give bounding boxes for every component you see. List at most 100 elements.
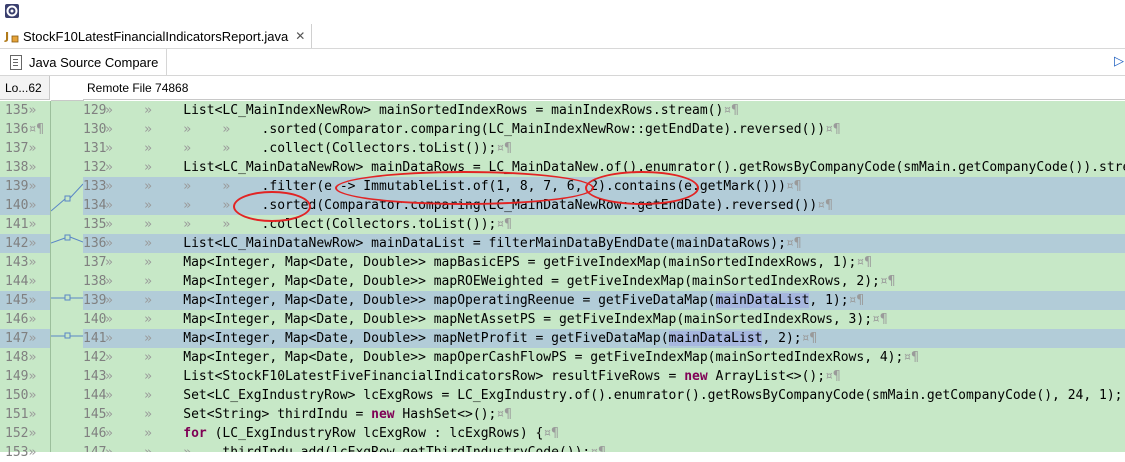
indent-marker: » » xyxy=(105,407,184,422)
left-code-line[interactable]: 151» xyxy=(0,405,50,424)
right-code-line[interactable]: 146» » for (LC_ExgIndustryRow lcExgRow :… xyxy=(83,424,1125,443)
line-number: 134 xyxy=(83,198,107,213)
right-code-line[interactable]: 134» » » » .sorted(Comparator.comparing(… xyxy=(83,196,1125,215)
left-code-line[interactable]: 150» xyxy=(0,386,50,405)
whitespace-marker: » xyxy=(28,369,37,384)
code-text: for (LC_ExgIndustryRow lcExgRow : lcExgR… xyxy=(183,426,544,441)
line-number: 147 xyxy=(5,331,29,346)
right-code-line[interactable]: 140» » Map<Integer, Map<Date, Double>> m… xyxy=(83,310,1125,329)
right-code-line[interactable]: 142» » Map<Integer, Map<Date, Double>> m… xyxy=(83,348,1125,367)
diff-connectors xyxy=(50,183,84,339)
line-end-marker: ¤¶ xyxy=(801,331,818,346)
left-code-line[interactable]: 143» xyxy=(0,253,50,272)
left-code-line[interactable]: 149» xyxy=(0,367,50,386)
line-number: 144 xyxy=(83,388,107,403)
code-text: Map<Integer, Map<Date, Double>> mapBasic… xyxy=(183,255,857,270)
line-number: 150 xyxy=(5,388,29,403)
whitespace-marker: » xyxy=(28,255,37,270)
right-code-line[interactable]: 130» » » » .sorted(Comparator.comparing(… xyxy=(83,120,1125,139)
left-code-line[interactable]: 142» xyxy=(0,234,50,253)
line-number: 143 xyxy=(83,369,107,384)
code-text: .collect(Collectors.toList()); xyxy=(261,217,497,232)
left-code-line[interactable]: 147» xyxy=(0,329,50,348)
indent-marker: » » xyxy=(105,160,184,175)
right-code-line[interactable]: 131» » » » .collect(Collectors.toList())… xyxy=(83,139,1125,158)
editor-tab[interactable]: J StockF10LatestFinancialIndicatorsRepor… xyxy=(0,24,313,48)
close-icon[interactable]: ✕ xyxy=(295,29,305,43)
code-text: Map<Integer, Map<Date, Double>> mapOperC… xyxy=(183,350,904,365)
left-code-line[interactable]: 153» xyxy=(0,443,50,462)
indent-marker: » » xyxy=(105,312,184,327)
right-code-line[interactable]: 141» » Map<Integer, Map<Date, Double>> m… xyxy=(83,329,1125,348)
line-number: 151 xyxy=(5,407,29,422)
right-code-line[interactable]: 133» » » » .filter(e -> ImmutableList.of… xyxy=(83,177,1125,196)
indent-marker: » » xyxy=(105,331,184,346)
left-code-line[interactable]: 148» xyxy=(0,348,50,367)
left-code-line[interactable]: 139» xyxy=(0,177,50,196)
line-number: 132 xyxy=(83,160,107,175)
line-number: 146 xyxy=(83,426,107,441)
line-number: 144 xyxy=(5,274,29,289)
whitespace-marker: » xyxy=(28,198,37,213)
line-end-marker: ¤¶ xyxy=(785,179,802,194)
right-code-line[interactable]: 132» » List<LC_MainDataNewRow> mainDataR… xyxy=(83,158,1125,177)
diff-gutter xyxy=(50,101,84,452)
right-code-line[interactable]: 129» » List<LC_MainIndexNewRow> mainSort… xyxy=(83,101,1125,120)
indent-marker: » » xyxy=(105,103,184,118)
left-code-line[interactable]: 140» xyxy=(0,196,50,215)
left-code-line[interactable]: 136¤¶ xyxy=(0,120,50,139)
eclipse-gear-icon[interactable] xyxy=(4,3,20,19)
indent-marker: » » » » xyxy=(105,122,262,137)
line-number: 139 xyxy=(83,293,107,308)
line-end-marker: ¤¶ xyxy=(879,274,896,289)
java-file-icon: J xyxy=(4,28,20,44)
compare-tab[interactable]: Java Source Compare xyxy=(0,49,168,75)
code-text: .collect(Collectors.toList()); xyxy=(261,141,497,156)
whitespace-marker: » xyxy=(28,103,37,118)
right-code-line[interactable]: 139» » Map<Integer, Map<Date, Double>> m… xyxy=(83,291,1125,310)
editor-tab-bar: J StockF10LatestFinancialIndicatorsRepor… xyxy=(0,24,1125,49)
whitespace-marker: ¤¶ xyxy=(28,122,45,137)
left-code-line[interactable]: 144» xyxy=(0,272,50,291)
left-pane[interactable]: 135» 136¤¶ 137» 138» 139» 140» 141» 142» 143» 144… xyxy=(0,101,51,460)
indent-marker: » » xyxy=(105,388,184,403)
chevron-right-icon[interactable]: ▷ xyxy=(1114,53,1124,69)
right-code-line[interactable]: 145» » Set<String> thirdIndu = new HashS… xyxy=(83,405,1125,424)
line-number: 152 xyxy=(5,426,29,441)
right-code-line[interactable]: 136» » List<LC_MainDataNewRow> mainDataL… xyxy=(83,234,1125,253)
whitespace-marker: » xyxy=(28,217,37,232)
right-pane[interactable]: 129» » List<LC_MainIndexNewRow> mainSort… xyxy=(83,101,1125,452)
line-number: 143 xyxy=(5,255,29,270)
line-end-marker: ¤¶ xyxy=(848,293,865,308)
code-text: .filter(e -> ImmutableList.of(1, 8, 7, 6… xyxy=(261,179,786,194)
left-code-line[interactable]: 141» xyxy=(0,215,50,234)
indent-marker: » » » xyxy=(105,445,222,452)
left-code-line[interactable]: 135» xyxy=(0,101,50,120)
right-code-line[interactable]: 135» » » » .collect(Collectors.toList())… xyxy=(83,215,1125,234)
compare-tab-bar: Java Source Compare xyxy=(0,49,1125,76)
title-bar xyxy=(0,0,1125,24)
left-code-line[interactable]: 152» xyxy=(0,424,50,443)
right-code-line[interactable]: 144» » Set<LC_ExgIndustryRow> lcExgRows … xyxy=(83,386,1125,405)
line-end-marker: ¤¶ xyxy=(825,369,841,384)
left-code-line[interactable]: 137» xyxy=(0,139,50,158)
whitespace-marker: » xyxy=(28,407,37,422)
indent-marker: » » » » xyxy=(105,141,262,156)
left-code-line[interactable]: 138» xyxy=(0,158,50,177)
right-code-line[interactable]: 138» » Map<Integer, Map<Date, Double>> m… xyxy=(83,272,1125,291)
left-code-line[interactable]: 145» xyxy=(0,291,50,310)
right-code-line[interactable]: 147» » » thirdIndu.add(lcExgRow.getThird… xyxy=(83,443,1125,452)
line-number: 138 xyxy=(83,274,107,289)
right-code-line[interactable]: 137» » Map<Integer, Map<Date, Double>> m… xyxy=(83,253,1125,272)
left-code-line[interactable]: 146» xyxy=(0,310,50,329)
line-number: 147 xyxy=(83,443,106,452)
whitespace-marker: » xyxy=(28,312,37,327)
line-number: 148 xyxy=(5,350,29,365)
code-text: List<LC_MainDataNewRow> mainDataRows = L… xyxy=(183,160,1125,175)
line-number: 142 xyxy=(5,236,29,251)
right-code-line[interactable]: 143» » List<StockF10LatestFiveFinancialI… xyxy=(83,367,1125,386)
indent-marker: » » xyxy=(105,369,184,384)
whitespace-marker: » xyxy=(28,179,37,194)
code-text: Map<Integer, Map<Date, Double>> mapROEWe… xyxy=(183,274,880,289)
left-pane-header: Lo...62 xyxy=(0,76,50,100)
